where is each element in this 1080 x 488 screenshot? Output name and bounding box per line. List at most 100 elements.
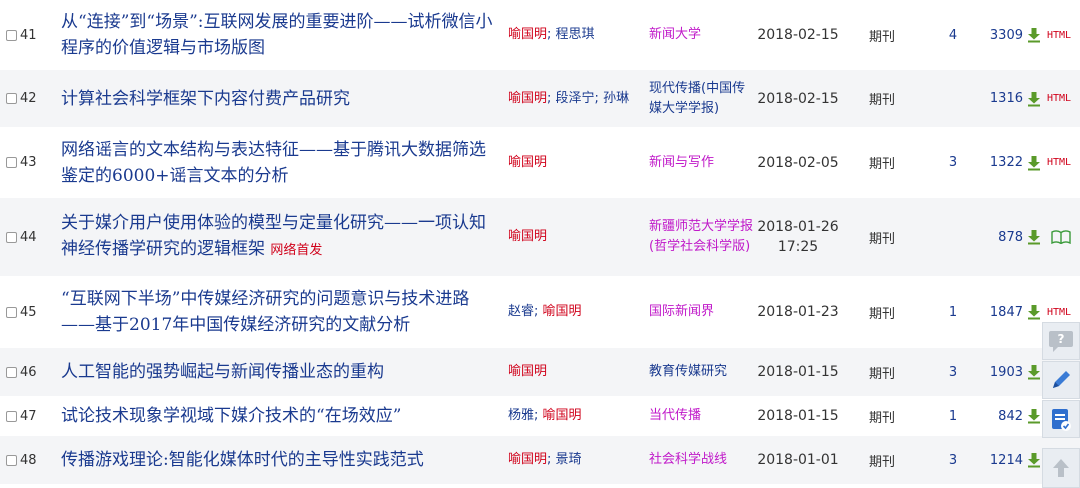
download-icon[interactable] <box>1026 304 1042 320</box>
author-link[interactable]: 喻国明 <box>508 91 547 106</box>
article-title[interactable]: 传播游戏理论:智能化媒体时代的主导性实践范式 <box>61 450 424 470</box>
cited-count[interactable]: 3 <box>949 365 957 380</box>
table-row: 45 “互联网下半场”中传媒经济研究的问题意识与技术进路——基于2017年中国传媒… <box>0 276 1080 348</box>
article-title-link[interactable]: 计算社会科学框架下内容付费产品研究 <box>61 86 350 112</box>
author-link[interactable]: 喻国明 <box>508 155 547 170</box>
author-link[interactable]: 喻国明 <box>508 27 547 42</box>
source-link[interactable]: 现代传播(中国传媒大学学报) <box>649 81 745 116</box>
cited-count[interactable]: 4 <box>949 28 957 43</box>
author-link[interactable]: 赵睿 <box>508 304 534 319</box>
author-link[interactable]: 喻国明 <box>508 452 547 467</box>
type-cell: 期刊 <box>869 0 909 70</box>
cited-count[interactable]: 3 <box>949 155 957 170</box>
row-number: 47 <box>20 408 37 424</box>
html-read-link[interactable]: HTML <box>1047 157 1071 168</box>
publish-date: 2018-01-26 17:25 <box>757 219 839 255</box>
date-cell: 2018-01-23 <box>748 276 848 348</box>
cited-count[interactable]: 1 <box>949 305 957 320</box>
download-icon[interactable] <box>1026 364 1042 380</box>
download-icon[interactable] <box>1026 27 1042 43</box>
source-link[interactable]: 社会科学战线 <box>649 452 727 467</box>
cited-cell: 3 <box>938 436 968 484</box>
download-count: 3309 <box>989 27 1023 43</box>
html-read-link[interactable]: HTML <box>1047 30 1071 41</box>
source-link[interactable]: 新疆师范大学学报(哲学社会科学版) <box>649 219 753 254</box>
authors-cell: 喻国明; 程思琪 <box>508 0 643 70</box>
article-title[interactable]: “互联网下半场”中传媒经济研究的问题意识与技术进路——基于2017年中国传媒经济… <box>61 289 469 335</box>
article-title-link[interactable]: 人工智能的强势崛起与新闻传播业态的重构 <box>61 359 384 385</box>
source-link[interactable]: 新闻与写作 <box>649 155 714 170</box>
table-row: 47 试论技术现象学视域下媒介技术的“在场效应” 杨雅; 喻国明 当代传播 2018-0… <box>0 396 1080 436</box>
author-link[interactable]: 喻国明 <box>543 408 582 423</box>
downloads-cell: 1316 <box>972 70 1042 127</box>
article-title[interactable]: 人工智能的强势崛起与新闻传播业态的重构 <box>61 362 384 382</box>
row-checkbox[interactable] <box>6 410 17 422</box>
downloads-cell: 878 <box>972 198 1042 276</box>
authors-cell: 喻国明; 段泽宁; 孙琳 <box>508 70 643 127</box>
download-icon[interactable] <box>1026 155 1042 171</box>
downloads-cell: 1903 <box>972 348 1042 396</box>
article-title[interactable]: 试论技术现象学视域下媒介技术的“在场效应” <box>61 406 401 426</box>
row-number: 43 <box>20 155 37 170</box>
date-cell: 2018-02-15 <box>748 70 848 127</box>
article-title[interactable]: 网络谣言的文本结构与表达特征——基于腾讯大数据筛选鉴定的6000+谣言文本的分析 <box>61 140 486 186</box>
pencil-icon[interactable] <box>1042 361 1080 399</box>
up-arrow-icon[interactable] <box>1042 448 1080 488</box>
cited-count[interactable]: 3 <box>949 453 957 468</box>
row-checkbox[interactable] <box>6 93 17 104</box>
row-checkbox[interactable] <box>6 157 17 168</box>
article-title-link[interactable]: “互联网下半场”中传媒经济研究的问题意识与技术进路——基于2017年中国传媒经济… <box>61 286 501 338</box>
source-link[interactable]: 新闻大学 <box>649 27 701 42</box>
article-title[interactable]: 计算社会科学框架下内容付费产品研究 <box>61 89 350 109</box>
row-number: 48 <box>20 452 37 468</box>
author-link[interactable]: 孙琳 <box>603 91 629 106</box>
question-icon[interactable]: ? <box>1042 322 1080 360</box>
html-read-link[interactable]: HTML <box>1047 307 1071 318</box>
cited-cell: 1 <box>938 396 968 436</box>
download-icon[interactable] <box>1026 452 1042 468</box>
source-type: 期刊 <box>869 306 896 322</box>
book-icon[interactable] <box>1051 230 1071 244</box>
download-count: 1214 <box>989 452 1023 468</box>
row-checkbox[interactable] <box>6 231 17 243</box>
row-number-cell: 46 <box>6 348 54 396</box>
title-cell: 计算社会科学框架下内容付费产品研究 <box>61 70 501 127</box>
authors-cell: 喻国明 <box>508 198 643 276</box>
authors-cell: 赵睿; 喻国明 <box>508 276 643 348</box>
source-link[interactable]: 国际新闻界 <box>649 304 714 319</box>
article-title-link[interactable]: 传播游戏理论:智能化媒体时代的主导性实践范式 <box>61 447 424 473</box>
row-checkbox[interactable] <box>6 366 17 378</box>
title-cell: 关于媒介用户使用体验的模型与定量化研究——一项认知神经传播学研究的逻辑框架 网络… <box>61 198 501 276</box>
article-title[interactable]: 从“连接”到“场景”:互联网发展的重要进阶——试析微信小程序的价值逻辑与市场版图 <box>61 12 493 58</box>
author-link[interactable]: 程思琪 <box>556 27 595 42</box>
author-link[interactable]: 喻国明 <box>508 364 547 379</box>
source-link[interactable]: 教育传媒研究 <box>649 364 727 379</box>
clipboard-icon[interactable] <box>1042 400 1080 438</box>
author-link[interactable]: 喻国明 <box>508 229 547 244</box>
article-title-link[interactable]: 试论技术现象学视域下媒介技术的“在场效应” <box>61 403 401 429</box>
article-title-link[interactable]: 关于媒介用户使用体验的模型与定量化研究——一项认知神经传播学研究的逻辑框架 网络… <box>61 210 501 264</box>
downloads-cell: 3309 <box>972 0 1042 70</box>
row-checkbox[interactable] <box>6 454 17 466</box>
row-number-cell: 48 <box>6 436 54 484</box>
article-title-link[interactable]: 网络谣言的文本结构与表达特征——基于腾讯大数据筛选鉴定的6000+谣言文本的分析 <box>61 137 501 189</box>
author-separator: ; <box>594 90 604 106</box>
author-link[interactable]: 景琦 <box>556 452 582 467</box>
download-icon[interactable] <box>1026 408 1042 424</box>
article-title-link[interactable]: 从“连接”到“场景”:互联网发展的重要进阶——试析微信小程序的价值逻辑与市场版图 <box>61 9 501 61</box>
source-link[interactable]: 当代传播 <box>649 408 701 423</box>
author-link[interactable]: 杨雅 <box>508 408 534 423</box>
row-checkbox[interactable] <box>6 306 17 318</box>
html-read-link[interactable]: HTML <box>1047 93 1071 104</box>
author-link[interactable]: 段泽宁 <box>556 91 595 106</box>
publish-date: 2018-01-15 <box>757 364 839 380</box>
row-checkbox[interactable] <box>6 29 17 41</box>
source-type: 期刊 <box>869 157 896 172</box>
download-icon[interactable] <box>1026 229 1042 245</box>
author-link[interactable]: 喻国明 <box>543 304 582 319</box>
type-cell: 期刊 <box>869 70 909 127</box>
read-cell: HTML <box>1047 70 1080 127</box>
svg-text:?: ? <box>1058 332 1065 346</box>
download-icon[interactable] <box>1026 91 1042 107</box>
cited-count[interactable]: 1 <box>949 409 957 424</box>
